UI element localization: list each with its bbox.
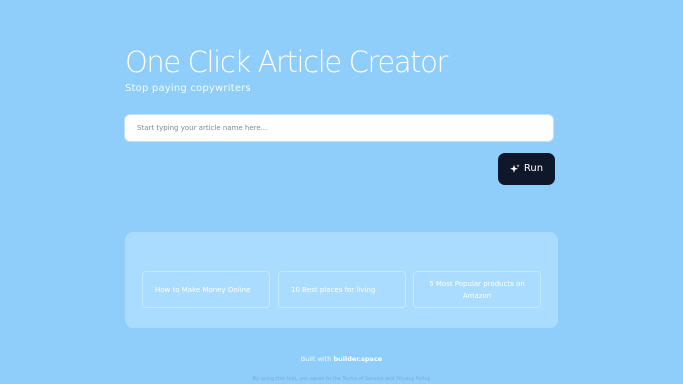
page-root: One Click Article Creator Stop paying co… <box>0 0 683 384</box>
sparkle-icon <box>509 164 520 174</box>
suggestions-panel: How to Make Money Online 10 Best places … <box>125 232 558 328</box>
run-button[interactable]: Run <box>498 153 555 185</box>
run-button-label: Run <box>523 163 544 174</box>
privacy-link[interactable]: Privacy Policy <box>396 376 430 382</box>
footer-brand-link[interactable]: builder.space <box>333 355 382 363</box>
page-subtitle: Stop paying copywriters <box>125 83 251 94</box>
article-name-input[interactable] <box>124 114 554 142</box>
page-title: One Click Article Creator <box>125 45 448 79</box>
legal-text: By using this tool, you agree to the Ter… <box>0 375 683 383</box>
suggestion-label: 5 Most Popular products on Amazon <box>429 279 525 300</box>
legal-prefix: By using this tool, you agree to the <box>252 376 341 382</box>
legal-and: and <box>385 376 395 382</box>
footer: Built with builder.space <box>0 354 683 364</box>
suggestion-card[interactable]: 5 Most Popular products on Amazon <box>413 271 541 308</box>
footer-built-with: Built with <box>300 355 332 363</box>
suggestion-card[interactable]: How to Make Money Online <box>142 271 270 308</box>
terms-link[interactable]: Terms of Service <box>342 376 383 382</box>
suggestion-label: 10 Best places for living <box>291 285 376 294</box>
suggestion-label: How to Make Money Online <box>155 285 251 294</box>
suggestion-card[interactable]: 10 Best places for living <box>278 271 406 308</box>
